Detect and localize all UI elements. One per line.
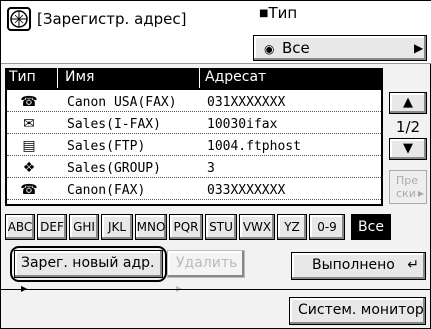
letter-filter-0-9[interactable]: 0-9 [309,214,345,240]
fax-icon: ☎ [20,182,38,198]
arrow-right-icon: ▶ [417,189,424,198]
all-types-icon: ◉ [264,42,275,56]
row-name: Canon(FAX) [67,183,146,198]
row-address: 033XXXXXXX [207,183,286,198]
type-filter-dropdown[interactable]: ◉ Все ▶ [253,35,427,61]
row-name: Sales(GROUP) [67,161,161,176]
scroll-up-button[interactable]: ▲ [389,92,427,114]
table-row[interactable]: ✉ Sales(I-FAX) 10030ifax [7,116,381,134]
scroll-down-button[interactable]: ▼ [389,138,427,160]
letter-filter-stu[interactable]: STU [205,214,237,240]
table-header: Тип Имя Адресат [5,68,383,88]
column-address: Адресат [205,69,267,85]
system-monitor-label: Систем. монитор [298,302,424,318]
system-monitor-button[interactable]: Систем. монитор ▶ [289,297,426,325]
enter-return-icon: ↵ [407,257,419,273]
column-type: Тип [9,69,36,85]
row-name: Sales(FTP) [67,139,146,154]
letter-filter-yz[interactable]: YZ [277,214,307,240]
fax-icon: ☎ [20,94,38,110]
address-book-icon [7,7,31,31]
letter-filter-def[interactable]: DEF [37,214,67,240]
done-label: Выполнено [312,257,395,273]
group-icon: ❖ [22,160,36,176]
row-name: Canon USA(FAX) [67,95,177,110]
row-address: 1004.ftphost [207,139,301,154]
letter-filter-vwx[interactable]: VWX [239,214,275,240]
scroll-up-icon: ▲ [403,95,413,110]
register-new-address-label: Зарег. новый адр. [21,255,155,271]
header: [Зарегистр. адрес] ■Тип ◉ Все ▶ [1,1,431,64]
letter-filter-all[interactable]: Все [351,214,391,240]
ifax-icon: ✉ [23,116,35,132]
letter-filter-abc[interactable]: ABC [5,214,35,240]
dropdown-arrow-icon: ▶ [414,41,424,55]
column-name: Имя [65,69,95,85]
row-address: 031XXXXXXX [207,95,286,110]
table-row[interactable]: ☎ Canon(FAX) 033XXXXXXX [7,182,381,200]
row-name: Sales(I-FAX) [67,117,161,132]
delete-label: Удалить [176,255,238,271]
preview-button[interactable]: Пре ски ▶ [389,170,427,204]
column-divider [199,68,200,88]
page-indicator: 1/2 [395,118,421,136]
column-divider [57,68,58,88]
letter-filter-ghi[interactable]: GHI [69,214,99,240]
done-button[interactable]: Выполнено ↵ [291,252,426,280]
delete-button[interactable]: Удалить ▶ [167,250,245,293]
letter-filter-jkl[interactable]: JKL [101,214,133,240]
type-caption-label: Тип [268,4,298,22]
preview-label: Пре ски [396,174,419,200]
row-address: 3 [207,161,215,176]
type-filter-value: Все [282,39,310,57]
scroll-down-icon: ▼ [403,141,413,156]
letter-filter-mno[interactable]: MNO [135,214,167,240]
address-list: ☎ Canon USA(FAX) 031XXXXXXX ✉ Sales(I-FA… [5,88,383,206]
type-caption: ■Тип [259,4,297,22]
address-book-screen: [Зарегистр. адрес] ■Тип ◉ Все ▶ Тип Имя … [0,0,431,329]
address-source-title: [Зарегистр. адрес] [37,10,187,28]
table-row[interactable]: ☎ Canon USA(FAX) 031XXXXXXX [7,94,381,112]
table-row[interactable]: ❖ Sales(GROUP) 3 [7,160,381,178]
register-new-address-button[interactable]: Зарег. новый адр. ▶ [14,250,163,293]
row-address: 10030ifax [207,117,278,132]
letter-filter-pqr[interactable]: PQR [169,214,203,240]
status-divider [1,289,431,290]
ftp-icon: ▤ [22,138,36,154]
table-row[interactable]: ▤ Sales(FTP) 1004.ftphost [7,138,381,156]
